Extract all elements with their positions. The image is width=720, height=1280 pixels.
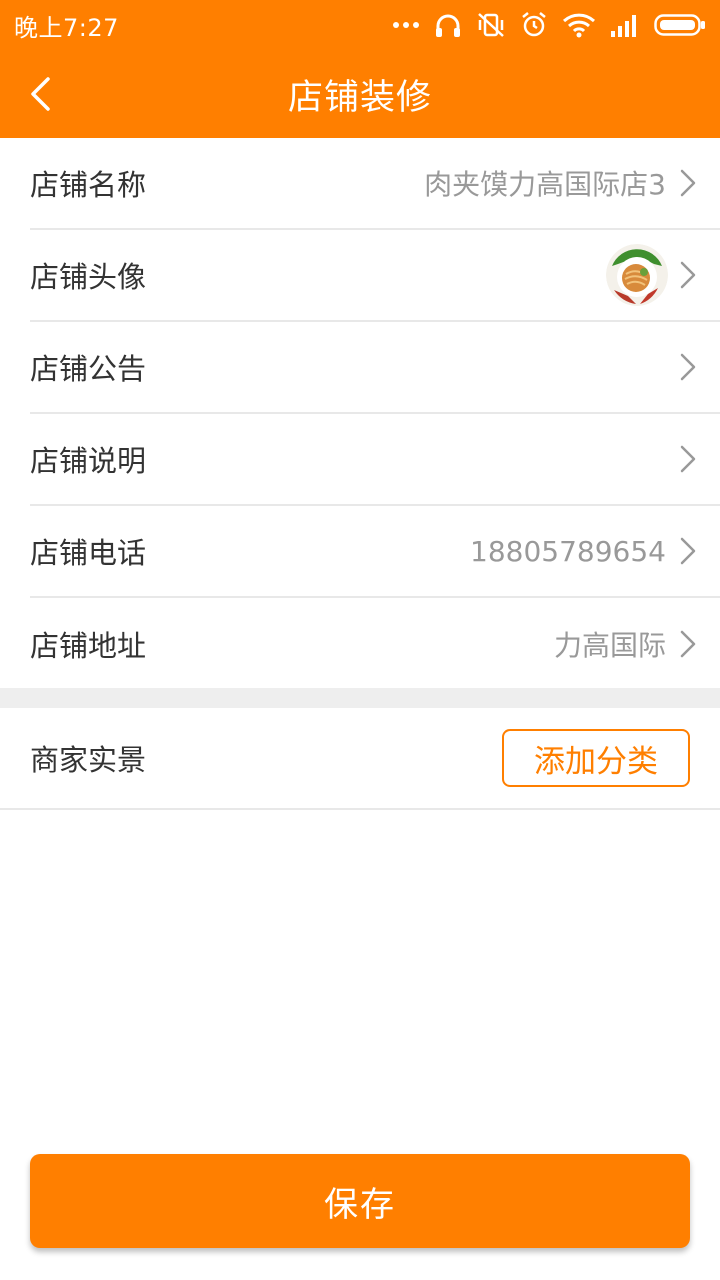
add-category-button[interactable]: 添加分类 [502, 729, 690, 787]
row-store-name[interactable]: 店铺名称 肉夹馍力高国际店3 [30, 138, 720, 230]
row-store-description[interactable]: 店铺说明 [30, 414, 720, 506]
settings-list: 店铺名称 肉夹馍力高国际店3 店铺头像 店铺公告 店铺说明 店铺电话 18805… [0, 138, 720, 690]
chevron-left-icon [31, 77, 50, 111]
row-store-avatar[interactable]: 店铺头像 [30, 230, 720, 322]
merchant-scene-label: 商家实景 [30, 743, 147, 777]
chevron-right-icon [680, 169, 696, 197]
status-bar: 晚上7:27 [0, 0, 720, 50]
vibrate-off-icon [478, 13, 504, 37]
merchant-scene-row: 商家实景 添加分类 [0, 708, 720, 810]
more-dots-icon [393, 22, 419, 28]
row-label: 店铺公告 [30, 352, 147, 386]
row-store-address[interactable]: 店铺地址 力高国际 [30, 598, 720, 690]
chevron-right-icon [680, 261, 696, 289]
row-value: 肉夹馍力高国际店3 [424, 168, 666, 201]
save-button[interactable]: 保存 [30, 1154, 690, 1248]
app-bar: 店铺装修 [0, 50, 720, 138]
status-icons [392, 11, 706, 39]
row-label: 店铺电话 [30, 536, 147, 570]
row-label: 店铺地址 [30, 629, 147, 663]
battery-icon [654, 14, 705, 36]
chevron-right-icon [680, 445, 696, 473]
chevron-right-icon [680, 630, 696, 658]
chevron-right-icon [680, 537, 696, 565]
alarm-icon [522, 12, 546, 37]
status-time: 晚上7:27 [14, 13, 119, 42]
signal-icon [611, 15, 636, 37]
section-divider [0, 688, 720, 708]
row-value: 力高国际 [553, 629, 666, 662]
row-store-notice[interactable]: 店铺公告 [30, 322, 720, 414]
row-store-phone[interactable]: 店铺电话 18805789654 [30, 506, 720, 598]
row-label: 店铺头像 [30, 260, 147, 294]
chevron-right-icon [680, 353, 696, 381]
wifi-icon [562, 13, 596, 38]
avatar [606, 244, 668, 306]
row-label: 店铺名称 [30, 168, 147, 202]
back-button[interactable] [18, 72, 62, 116]
row-value: 18805789654 [470, 534, 666, 568]
page-title: 店铺装修 [287, 77, 432, 118]
headphones-icon [436, 14, 460, 37]
row-label: 店铺说明 [30, 444, 147, 478]
